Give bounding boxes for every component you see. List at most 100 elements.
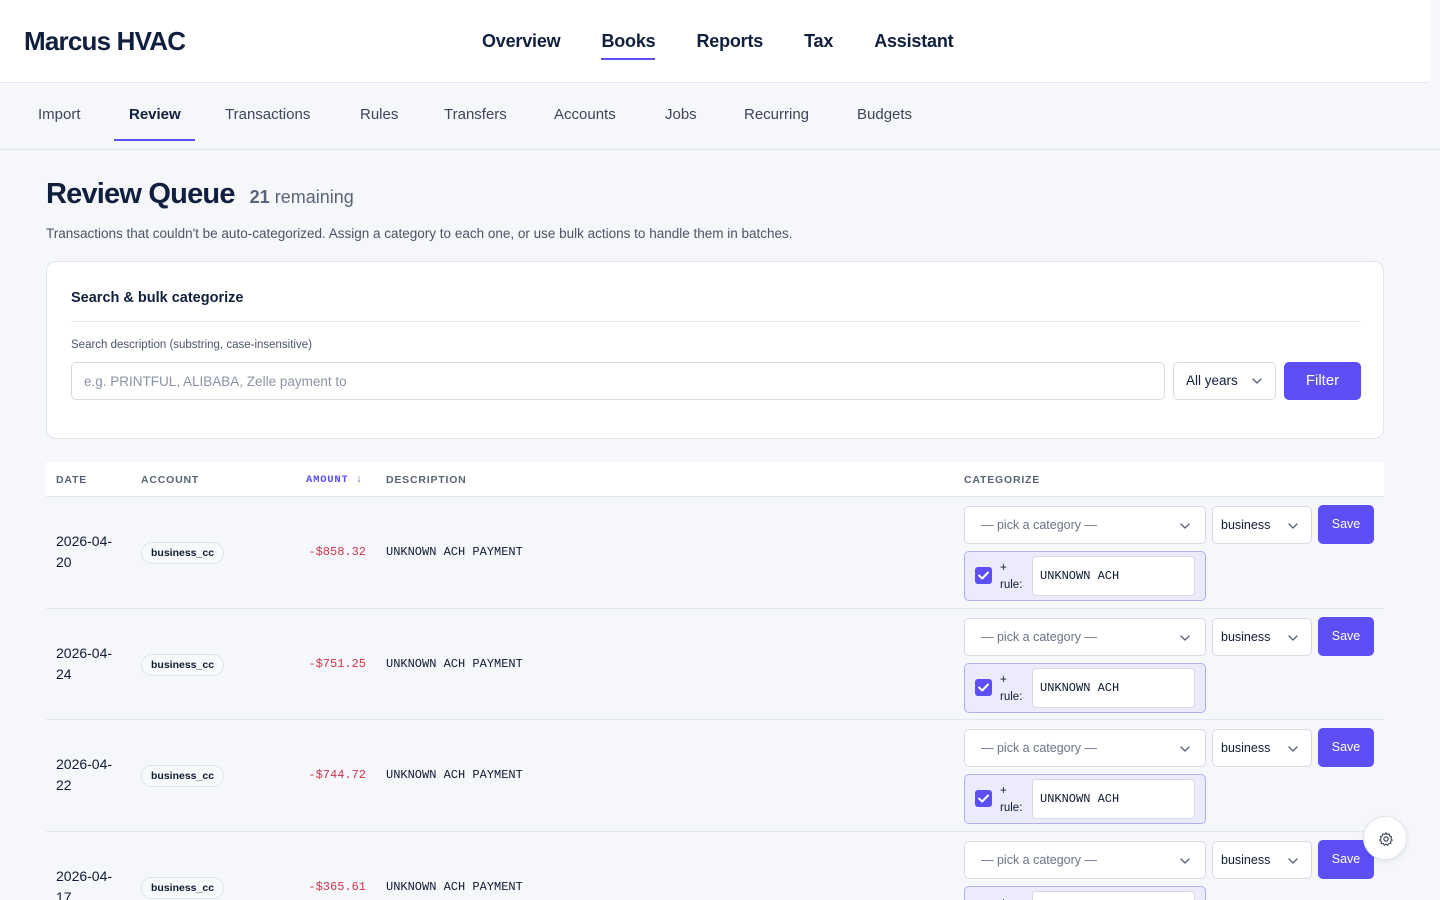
header-account[interactable]: ACCOUNT <box>141 474 199 486</box>
rule-box: +rule: <box>964 662 1206 713</box>
header-description[interactable]: DESCRIPTION <box>386 474 467 486</box>
search-input[interactable] <box>71 362 1165 400</box>
scope-select[interactable]: business <box>1212 506 1312 544</box>
rule-label: +rule: <box>1000 672 1022 706</box>
scope-value: business <box>1221 741 1271 755</box>
row-amount: -$858.32 <box>308 545 366 559</box>
category-select[interactable]: — pick a category — <box>964 729 1206 767</box>
rule-label-plus: + <box>1000 897 1007 900</box>
tab-rules[interactable]: Rules <box>360 106 398 123</box>
remaining-count: 21 remaining <box>250 187 354 208</box>
page-description: Transactions that couldn't be auto-categ… <box>46 226 793 241</box>
tab-jobs[interactable]: Jobs <box>665 106 697 123</box>
tab-transactions[interactable]: Transactions <box>225 106 310 123</box>
filter-button[interactable]: Filter <box>1284 362 1361 400</box>
page-header: Review Queue 21 remaining <box>46 178 354 211</box>
save-button[interactable]: Save <box>1318 505 1374 544</box>
tab-transfers[interactable]: Transfers <box>444 106 507 123</box>
tab-recurring[interactable]: Recurring <box>744 106 809 123</box>
nav-reports[interactable]: Reports <box>696 31 763 60</box>
row-description: UNKNOWN ACH PAYMENT <box>386 879 523 894</box>
rule-label-text: rule: <box>1000 802 1023 814</box>
rule-checkbox[interactable] <box>975 678 992 696</box>
check-icon <box>978 794 989 803</box>
scope-value: business <box>1221 518 1271 532</box>
search-label: Search description (substring, case-inse… <box>71 339 312 351</box>
rule-label-text: rule: <box>1000 579 1023 591</box>
main-nav: Overview Books Reports Tax Assistant <box>482 31 954 60</box>
header-categorize: CATEGORIZE <box>964 474 1041 486</box>
rule-pattern-input[interactable] <box>1032 667 1195 708</box>
account-badge: business_cc <box>141 765 225 787</box>
row-date-line2: 22 <box>56 777 72 793</box>
row-date-line2: 20 <box>56 554 72 570</box>
rule-checkbox[interactable] <box>975 567 992 584</box>
page-title: Review Queue <box>46 178 235 210</box>
tab-budgets[interactable]: Budgets <box>857 106 912 123</box>
save-button[interactable]: Save <box>1318 616 1374 656</box>
row-date-line1: 2026-04- <box>56 644 113 661</box>
account-badge: business_cc <box>141 876 225 899</box>
rule-label: +rule: <box>1000 560 1022 594</box>
account-badge: business_cc <box>141 542 225 564</box>
header-date[interactable]: DATE <box>56 474 87 486</box>
header-amount[interactable]: AMOUNT ↓ <box>306 474 363 486</box>
check-icon <box>978 571 989 580</box>
brand-logo[interactable]: Marcus HVAC <box>24 26 186 57</box>
row-date-line1: 2026-04- <box>56 867 113 884</box>
row-amount: -$365.61 <box>308 879 366 894</box>
rule-box: + rule: <box>964 774 1206 824</box>
category-placeholder: — pick a category — <box>981 629 1098 644</box>
rule-label: +rule: <box>1000 895 1022 900</box>
nav-overview[interactable]: Overview <box>482 31 561 60</box>
row-date: 2026-04- 24 <box>56 643 126 685</box>
row-amount: -$744.72 <box>308 768 366 782</box>
scope-select[interactable]: business <box>1212 840 1312 879</box>
chevron-down-icon <box>1180 634 1190 641</box>
category-select[interactable]: — pick a category — <box>964 840 1206 879</box>
tab-accounts[interactable]: Accounts <box>554 106 616 123</box>
save-button[interactable]: Save <box>1318 728 1374 767</box>
rule-pattern-input[interactable] <box>1032 890 1195 900</box>
tab-import[interactable]: Import <box>38 106 81 123</box>
chevron-down-icon <box>1288 857 1298 864</box>
table-row: 2026-04- 17 business_cc -$365.61 UNKNOWN … <box>46 832 1384 900</box>
year-select[interactable]: All years <box>1173 362 1276 400</box>
tab-review[interactable]: Review <box>129 106 181 123</box>
row-amount: -$751.25 <box>308 656 366 671</box>
category-placeholder: — pick a category — <box>981 518 1098 532</box>
nav-tax[interactable]: Tax <box>804 31 833 60</box>
rule-pattern-input[interactable] <box>1032 779 1195 819</box>
active-tab-indicator <box>114 139 195 141</box>
rule-pattern-input[interactable] <box>1032 556 1195 596</box>
row-description: UNKNOWN ACH PAYMENT <box>386 656 523 671</box>
category-select[interactable]: — pick a category — <box>964 506 1206 544</box>
row-description: UNKNOWN ACH PAYMENT <box>386 768 523 782</box>
rule-box: +rule: <box>964 885 1206 900</box>
nav-books[interactable]: Books <box>601 31 656 60</box>
card-divider <box>71 321 1361 322</box>
row-date-line2: 24 <box>56 665 72 682</box>
category-select[interactable]: — pick a category — <box>964 617 1206 656</box>
review-table: DATE ACCOUNT AMOUNT ↓ DESCRIPTION CATEGO… <box>46 462 1384 900</box>
table-header: DATE ACCOUNT AMOUNT ↓ DESCRIPTION CATEGO… <box>46 462 1384 497</box>
row-date: 2026-04- 20 <box>56 531 126 573</box>
chevron-down-icon <box>1288 523 1298 529</box>
row-date: 2026-04- 17 <box>56 866 126 900</box>
sort-down-icon: ↓ <box>355 474 363 486</box>
rule-label-plus: + <box>1000 673 1007 686</box>
rule-label: + rule: <box>1000 783 1022 817</box>
settings-button[interactable] <box>1363 816 1407 860</box>
chevron-down-icon <box>1288 746 1298 752</box>
nav-assistant[interactable]: Assistant <box>874 31 953 60</box>
row-date-line1: 2026-04- <box>56 533 113 549</box>
chevron-down-icon <box>1180 523 1190 529</box>
scope-select[interactable]: business <box>1212 729 1312 767</box>
card-title: Search & bulk categorize <box>71 290 244 306</box>
category-placeholder: — pick a category — <box>981 741 1098 755</box>
table-row: 2026-04- 24 business_cc -$751.25 UNKNOWN … <box>46 609 1384 720</box>
rule-checkbox[interactable] <box>975 790 992 807</box>
table-row: 2026-04- 22 business_cc -$744.72 UNKNOWN … <box>46 720 1384 832</box>
scope-select[interactable]: business <box>1212 617 1312 656</box>
rule-label-plus: + <box>1000 785 1007 797</box>
